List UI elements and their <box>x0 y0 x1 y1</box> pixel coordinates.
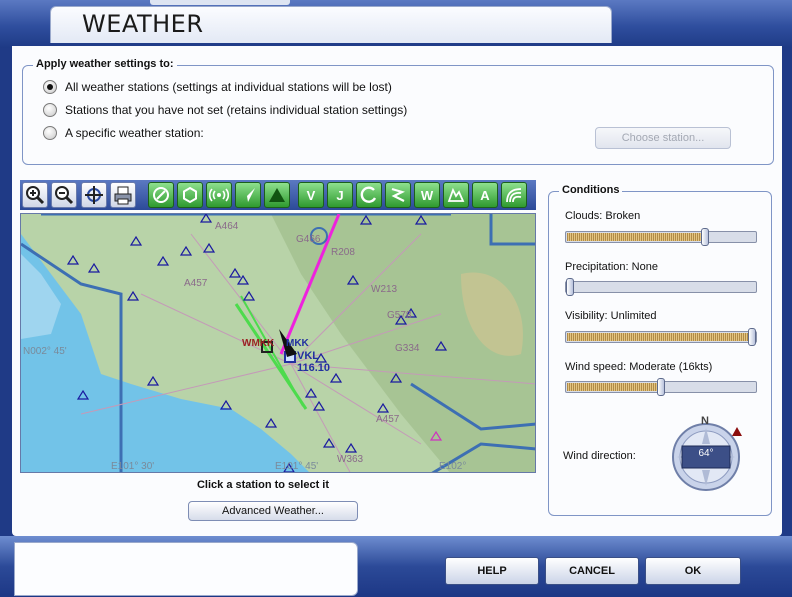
radio-unset-stations-label: Stations that you have not set (retains … <box>65 103 408 117</box>
choose-station-button[interactable]: Choose station... <box>595 127 731 149</box>
airport-icon[interactable] <box>148 182 174 208</box>
compass-north-label: N <box>701 415 709 427</box>
help-button[interactable]: HELP <box>445 557 539 585</box>
visibility-slider-fill <box>567 333 749 341</box>
radio-specific-station-button[interactable] <box>43 126 57 140</box>
map-label-vkl: VKL <box>297 350 319 362</box>
map-label-longitude-2: E101° 45' <box>275 461 319 472</box>
radio-unset-stations[interactable]: Stations that you have not set (retains … <box>43 101 407 119</box>
visibility-slider[interactable] <box>565 328 757 346</box>
wind-direction-value: 64° <box>698 448 714 459</box>
airspace-button[interactable]: A <box>472 182 498 208</box>
map-label-g466: G466 <box>296 234 321 245</box>
map-label-a464: A464 <box>215 221 239 232</box>
approach-icon[interactable] <box>356 182 382 208</box>
map-label-longitude-1: E101° 30' <box>111 461 155 472</box>
radio-all-stations-button[interactable] <box>43 80 57 94</box>
wind-direction-label: Wind direction: <box>563 450 636 462</box>
wind-icon[interactable] <box>501 182 527 208</box>
map-label-wmkk: WMKK <box>242 338 275 349</box>
clouds-slider-fill <box>567 233 702 241</box>
apply-settings-group: Apply weather settings to: All weather s… <box>22 58 774 165</box>
visibility-slider-thumb[interactable] <box>748 328 756 346</box>
map-label-longitude-3: E102° <box>439 461 467 472</box>
map-toolbar: V J W A <box>20 180 536 210</box>
title-strip <box>150 0 290 5</box>
radio-all-stations-label: All weather stations (settings at indivi… <box>65 80 392 94</box>
map-label-g578: G578 <box>387 310 412 321</box>
wind-speed-slider-thumb[interactable] <box>657 378 665 396</box>
map-label-vkl-frequency: 116.10 <box>297 362 331 374</box>
zoom-out-icon[interactable] <box>51 182 77 208</box>
radio-unset-stations-button[interactable] <box>43 103 57 117</box>
window-title: WEATHER <box>82 10 204 38</box>
victor-airways-button[interactable]: V <box>298 182 324 208</box>
map-label-w213: W213 <box>371 284 398 295</box>
radio-specific-station[interactable]: A specific weather station: <box>43 124 204 142</box>
map-label-a457-north: A457 <box>184 278 208 289</box>
map-label-mkk: MKK <box>286 338 309 349</box>
precipitation-slider[interactable] <box>565 278 757 296</box>
intersection-icon[interactable] <box>264 182 290 208</box>
visibility-label: Visibility: Unlimited <box>565 310 657 322</box>
wind-speed-label: Wind speed: Moderate (16kts) <box>565 361 713 373</box>
wind-speed-slider-fill <box>567 383 658 391</box>
map-label-g334: G334 <box>395 343 420 354</box>
weather-stations-button[interactable]: W <box>414 182 440 208</box>
print-icon[interactable] <box>110 182 136 208</box>
radio-all-stations[interactable]: All weather stations (settings at indivi… <box>43 78 392 96</box>
airway-icon[interactable] <box>235 182 261 208</box>
precipitation-label: Precipitation: None <box>565 261 658 273</box>
apply-settings-title: Apply weather settings to: <box>33 58 177 70</box>
terrain-icon[interactable] <box>443 182 469 208</box>
vor-icon[interactable] <box>177 182 203 208</box>
ok-button[interactable]: OK <box>645 557 741 585</box>
clouds-slider[interactable] <box>565 228 757 246</box>
route-icon[interactable] <box>385 182 411 208</box>
map-label-r208: R208 <box>331 247 355 258</box>
cancel-button[interactable]: CANCEL <box>545 557 639 585</box>
advanced-weather-button[interactable]: Advanced Weather... <box>188 501 358 521</box>
zoom-in-icon[interactable] <box>22 182 48 208</box>
clouds-slider-thumb[interactable] <box>701 228 709 246</box>
map-label-w363: W363 <box>337 454 364 465</box>
map-canvas[interactable] <box>21 214 536 473</box>
conditions-title: Conditions <box>559 184 623 196</box>
clouds-label: Clouds: Broken <box>565 210 641 222</box>
weather-map[interactable]: A464 G466 R208 A457 W213 G578 WMKK MKK V… <box>20 213 536 473</box>
precipitation-slider-thumb[interactable] <box>566 278 574 296</box>
center-aircraft-icon[interactable] <box>81 182 107 208</box>
map-caption: Click a station to select it <box>196 479 330 491</box>
radio-specific-station-label: A specific weather station: <box>65 126 204 140</box>
map-label-latitude: N002° 45' <box>23 346 67 357</box>
jet-airways-button[interactable]: J <box>327 182 353 208</box>
wind-direction-pointer-icon <box>732 427 742 436</box>
footer-info-box <box>14 542 358 596</box>
ndb-icon[interactable] <box>206 182 232 208</box>
map-label-a457-south: A457 <box>376 414 400 425</box>
wind-speed-slider[interactable] <box>565 378 757 396</box>
